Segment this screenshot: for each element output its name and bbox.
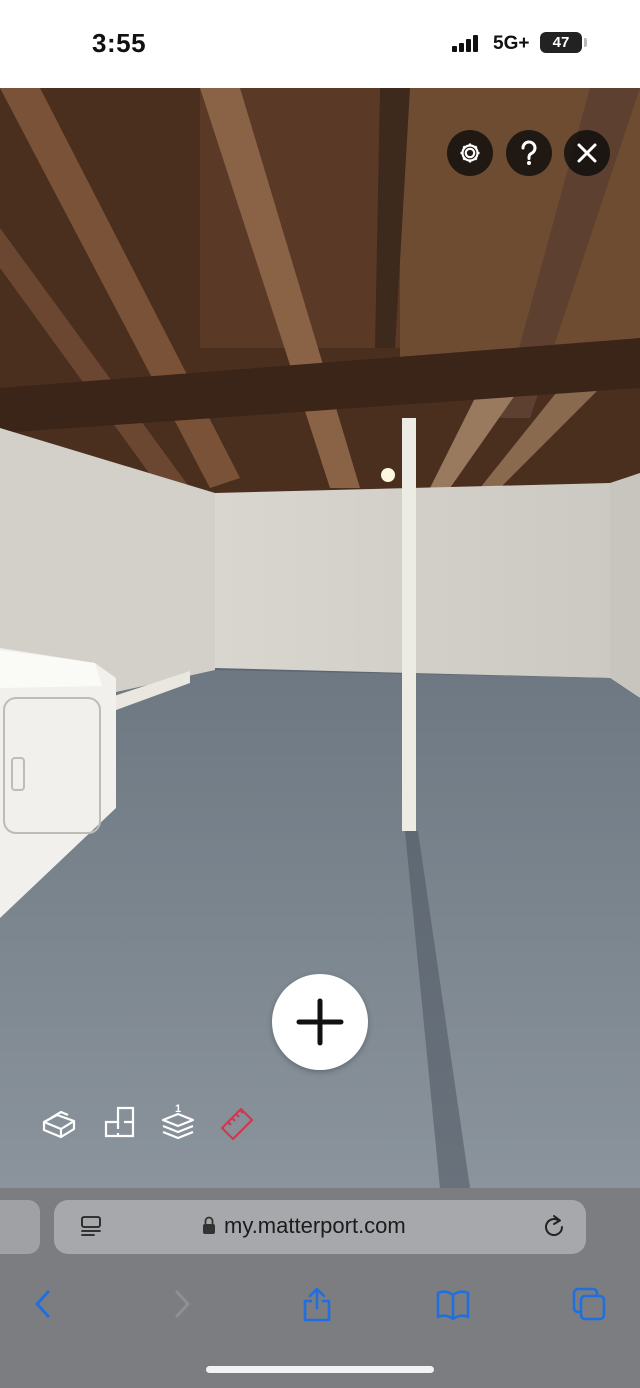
bookmarks-icon[interactable] — [435, 1286, 471, 1322]
url-text[interactable]: my.matterport.com — [224, 1213, 406, 1239]
signal-icon — [452, 34, 484, 52]
floors-icon: 1 — [161, 1104, 195, 1140]
plus-icon — [296, 998, 344, 1046]
back-icon[interactable] — [26, 1286, 62, 1322]
close-icon — [577, 143, 597, 163]
measure-button[interactable] — [219, 1104, 255, 1140]
reload-icon[interactable] — [540, 1213, 568, 1241]
help-button[interactable] — [506, 130, 552, 176]
address-bar[interactable]: my.matterport.com — [54, 1200, 586, 1254]
page-menu-icon[interactable] — [78, 1214, 104, 1240]
floor-badge: 1 — [175, 1104, 181, 1115]
browser-address-area: my.matterport.com — [0, 1188, 640, 1268]
clock: 3:55 — [92, 28, 147, 58]
question-icon — [521, 140, 537, 165]
status-bar: 3:55 5G+ 47 — [0, 0, 640, 88]
ruler-icon — [220, 1107, 254, 1140]
home-indicator[interactable] — [206, 1366, 434, 1373]
floorplan-icon — [104, 1106, 135, 1138]
network-type: 5G+ — [493, 33, 530, 54]
gear-icon — [460, 143, 480, 163]
floors-button[interactable]: 1 — [160, 1104, 196, 1140]
share-icon[interactable] — [299, 1286, 335, 1322]
previous-tab-card[interactable] — [0, 1200, 40, 1254]
lock-icon — [203, 1216, 215, 1234]
add-button[interactable] — [272, 974, 368, 1070]
battery-icon: 47 — [540, 32, 582, 53]
browser-toolbar — [0, 1268, 640, 1388]
dollhouse-button[interactable] — [41, 1104, 77, 1140]
battery-level: 47 — [552, 34, 570, 51]
floorplan-button[interactable] — [102, 1104, 138, 1140]
close-button[interactable] — [564, 130, 610, 176]
settings-button[interactable] — [447, 130, 493, 176]
tabs-icon[interactable] — [571, 1286, 607, 1322]
forward-icon[interactable] — [163, 1286, 199, 1322]
battery-tip — [584, 38, 587, 47]
dollhouse-icon — [42, 1110, 76, 1139]
